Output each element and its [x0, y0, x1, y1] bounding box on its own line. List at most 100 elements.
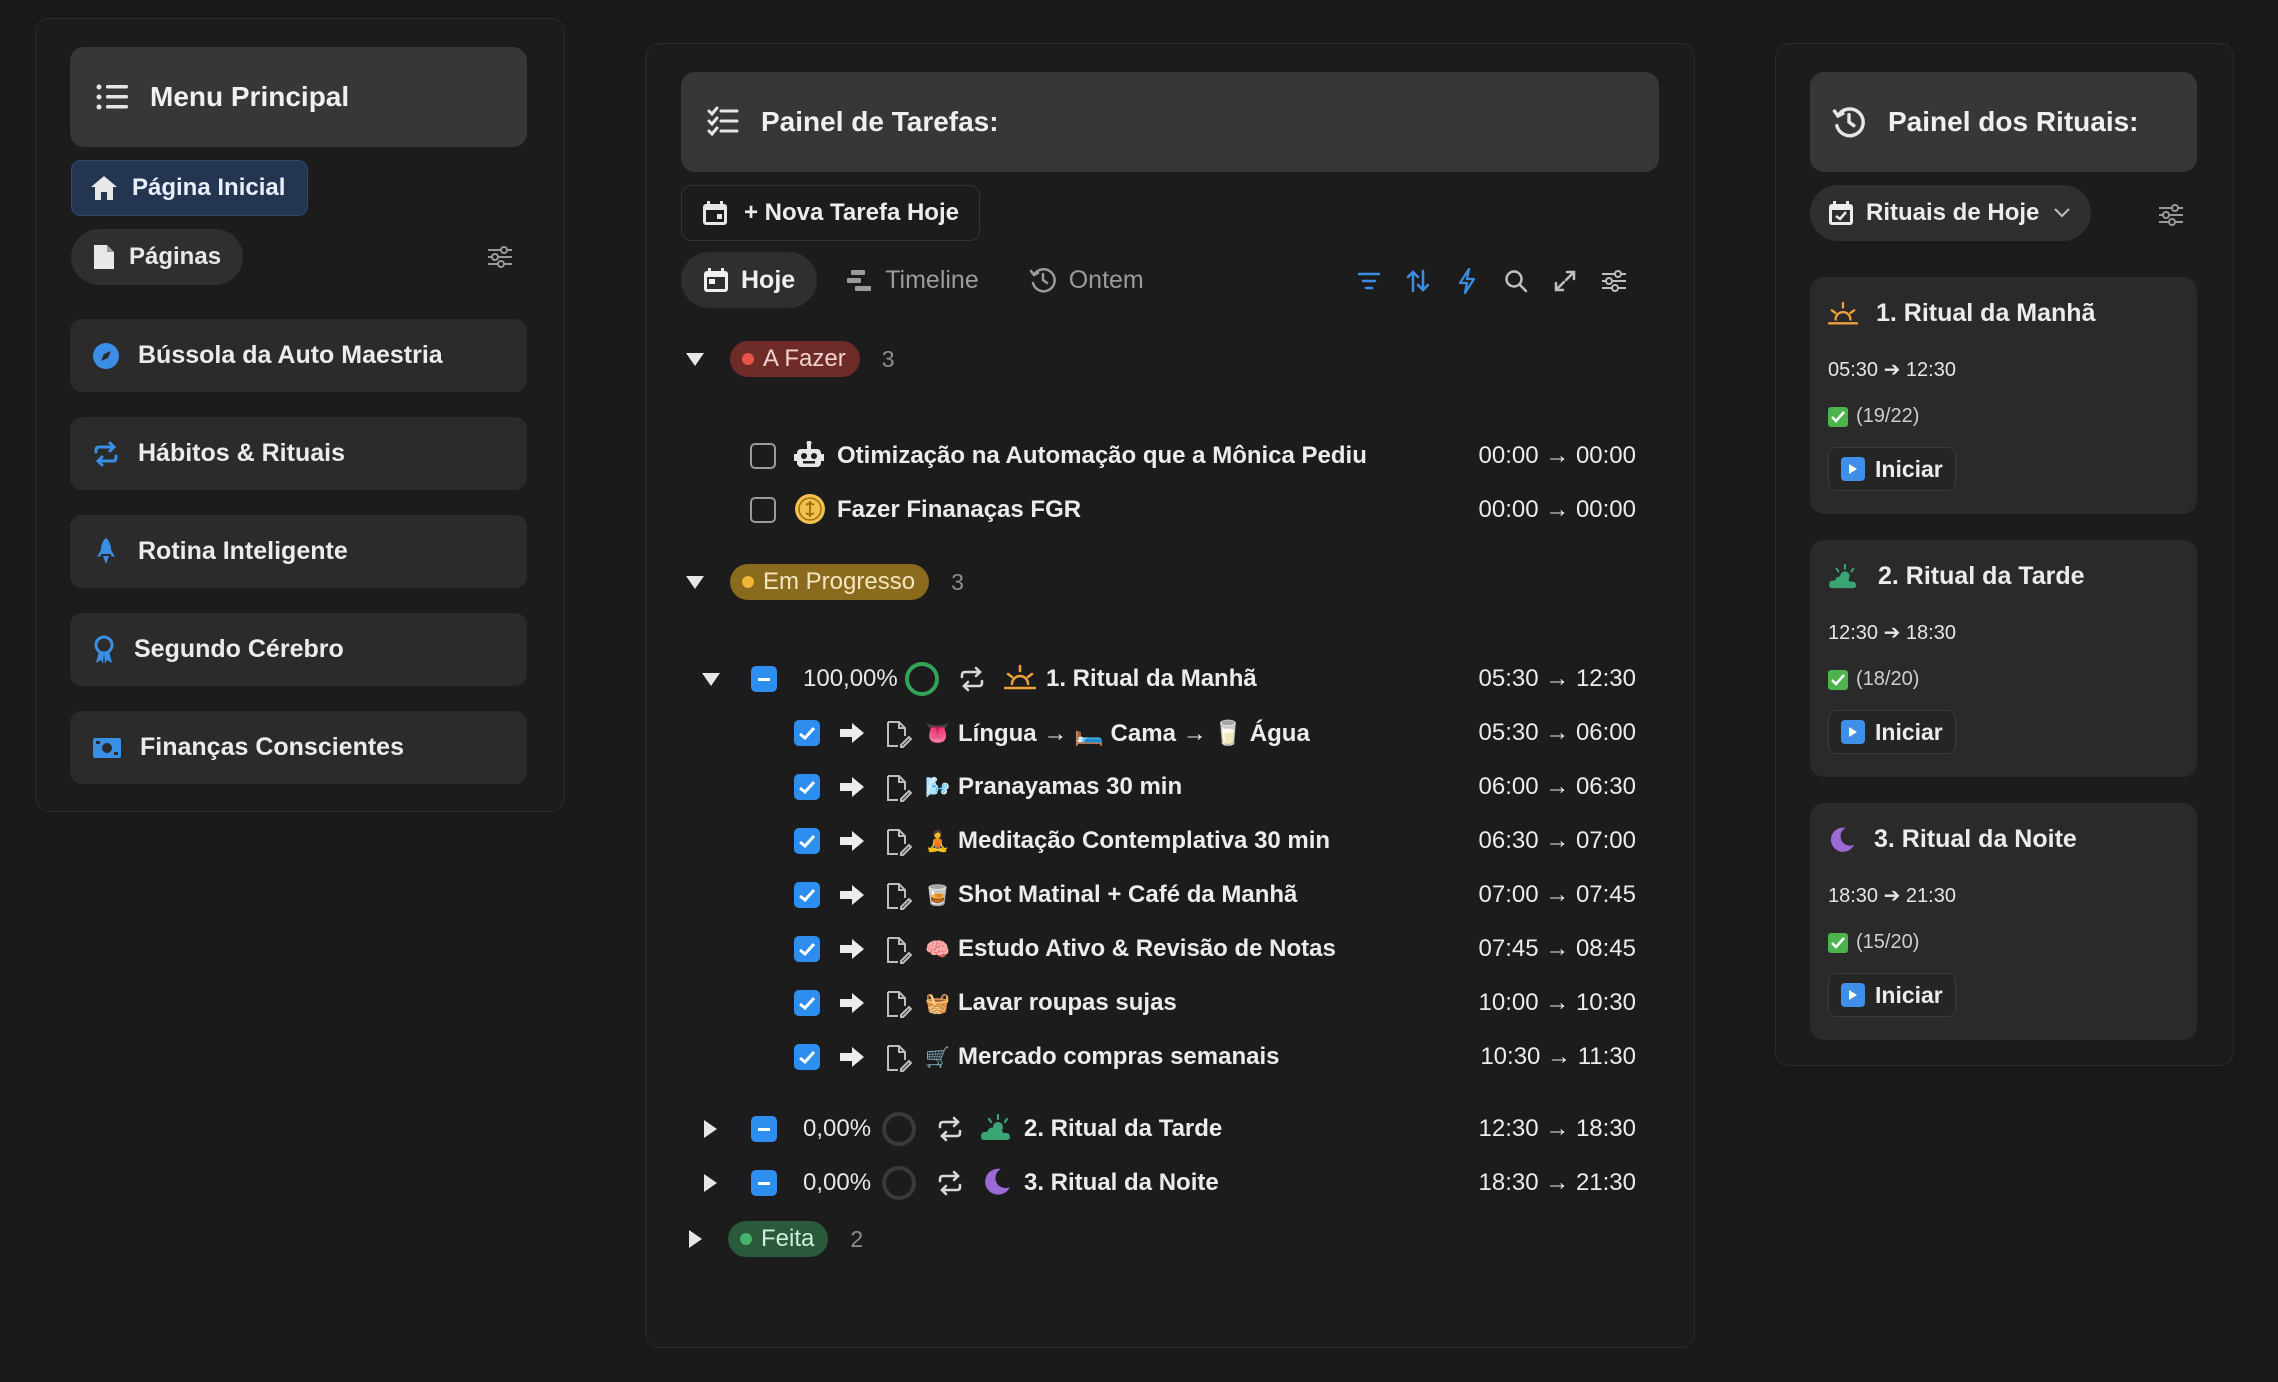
- ritual-row[interactable]: 100,00% 1. Ritual da Manhã 05:30 → 12:30: [646, 652, 1696, 706]
- page-edit-icon: [886, 990, 913, 1025]
- task-checkbox[interactable]: [794, 774, 820, 800]
- start-button-label: Iniciar: [1875, 718, 1943, 745]
- start-ritual-button[interactable]: Iniciar: [1828, 447, 1956, 491]
- subtask-row[interactable]: 🧺 Lavar roupas sujas 10:00 → 10:30: [646, 976, 1696, 1030]
- group-count: 3: [881, 345, 895, 372]
- subtask-row[interactable]: 🧠 Estudo Ativo & Revisão de Notas 07:45 → …: [646, 922, 1696, 976]
- calendar-icon: [704, 268, 728, 292]
- arrow-right-icon: [838, 775, 866, 806]
- pages-button[interactable]: Páginas: [71, 229, 244, 285]
- home-button[interactable]: Página Inicial: [71, 160, 309, 216]
- task-checkbox[interactable]: [751, 1170, 777, 1196]
- ritual-card-title: 1. Ritual da Manhã: [1828, 299, 2095, 328]
- subtask-emoji: 🧠: [925, 938, 950, 961]
- task-time: 00:00 → 00:00: [1478, 496, 1636, 523]
- rocket-icon: [97, 537, 115, 564]
- group-count: 3: [951, 568, 964, 595]
- ritual-row[interactable]: 0,00% 3. Ritual da Noite 18:30 → 21:30: [646, 1156, 1696, 1210]
- settings-sliders-icon[interactable]: [2158, 203, 2184, 227]
- page-edit-icon: [886, 936, 913, 971]
- ritual-card-noite[interactable]: 3. Ritual da Noite 18:30 ➔ 21:30 (15/20)…: [1810, 803, 2197, 1040]
- task-title: 1. Ritual da Manhã: [1046, 665, 1257, 692]
- tasks-header[interactable]: Painel de Tarefas:: [681, 72, 1659, 172]
- expand-icon[interactable]: [1540, 256, 1589, 305]
- task-checkbox[interactable]: [794, 936, 820, 962]
- tab-timeline[interactable]: Timeline: [823, 252, 1001, 308]
- task-time: 06:30 → 07:00: [1478, 827, 1636, 854]
- ritual-row[interactable]: 0,00% 2. Ritual da Tarde 12:30 → 18:30: [646, 1102, 1696, 1156]
- pages-label: Páginas: [129, 243, 222, 270]
- task-checkbox[interactable]: [751, 1116, 777, 1142]
- task-checkbox[interactable]: [751, 666, 777, 692]
- subtask-row[interactable]: 🥃 Shot Matinal + Café da Manhã 07:00 → 07:…: [646, 868, 1696, 922]
- repeat-icon: [94, 441, 118, 466]
- group-progress-header[interactable]: Em Progresso 3: [686, 564, 964, 600]
- sunrise-icon: [1828, 301, 1858, 324]
- subtask-row[interactable]: 🌬️ Pranayamas 30 min 06:00 → 06:30: [646, 760, 1696, 814]
- task-time: 05:30 → 12:30: [1478, 665, 1636, 692]
- ritual-time: 05:30 ➔ 12:30: [1828, 359, 1956, 381]
- rituals-title: Painel dos Rituais:: [1888, 106, 2139, 137]
- nav-item-habitos[interactable]: Hábitos & Rituais: [70, 417, 527, 490]
- arrow-right-icon: [838, 883, 866, 914]
- home-icon: [91, 176, 117, 200]
- nav-item-rotina[interactable]: Rotina Inteligente: [70, 515, 527, 588]
- rituals-filter-dropdown[interactable]: Rituais de Hoje: [1810, 185, 2092, 241]
- menu-header[interactable]: Menu Principal: [70, 47, 527, 147]
- settings-sliders-icon[interactable]: [487, 245, 513, 269]
- task-checkbox[interactable]: [794, 882, 820, 908]
- settings-sliders-icon[interactable]: [1589, 256, 1638, 305]
- new-task-button[interactable]: + Nova Tarefa Hoje: [681, 185, 980, 241]
- group-todo-header[interactable]: A Fazer 3: [686, 341, 895, 377]
- task-title: Mercado compras semanais: [958, 1043, 1280, 1070]
- task-row[interactable]: Otimização na Automação que a Mônica Ped…: [646, 429, 1696, 483]
- ritual-title: 3. Ritual da Noite: [1874, 825, 2077, 853]
- ritual-card-tarde[interactable]: 2. Ritual da Tarde 12:30 ➔ 18:30 (18/20)…: [1810, 540, 2197, 777]
- task-checkbox[interactable]: [794, 1044, 820, 1070]
- subtask-row[interactable]: 🛒 Mercado compras semanais 10:30 → 11:30: [646, 1030, 1696, 1084]
- task-checkbox[interactable]: [794, 990, 820, 1016]
- ritual-time: 12:30 ➔ 18:30: [1828, 622, 1956, 644]
- group-done-header[interactable]: Feita 2: [686, 1221, 863, 1257]
- subtask-emoji: 🌬️: [925, 776, 950, 799]
- expand-arrow-icon[interactable]: [704, 1120, 717, 1138]
- ritual-card-title: 2. Ritual da Tarde: [1828, 562, 2085, 591]
- collapse-arrow-icon[interactable]: [686, 352, 704, 366]
- lightning-icon[interactable]: [1442, 256, 1491, 305]
- collapse-arrow-icon[interactable]: [686, 575, 704, 589]
- nav-item-segundo-cerebro[interactable]: Segundo Cérebro: [70, 613, 527, 686]
- task-checkbox[interactable]: [794, 828, 820, 854]
- expand-arrow-icon[interactable]: [704, 1174, 717, 1192]
- repeat-icon: [958, 665, 986, 700]
- task-checkbox[interactable]: [750, 497, 776, 523]
- tab-ontem[interactable]: Ontem: [1007, 252, 1166, 308]
- search-icon[interactable]: [1491, 256, 1540, 305]
- ritual-card-manha[interactable]: 1. Ritual da Manhã 05:30 ➔ 12:30 (19/22)…: [1810, 277, 2197, 514]
- task-checkbox[interactable]: [794, 720, 820, 746]
- task-time: 18:30 → 21:30: [1478, 1169, 1636, 1196]
- nav-item-bussola[interactable]: Bússola da Auto Maestria: [70, 319, 527, 392]
- subtask-row[interactable]: 👅 Língua → 🛏️ Cama → 🥛 Água 05:30 → 06:00: [646, 706, 1696, 760]
- filter-icon[interactable]: [1344, 256, 1393, 305]
- task-title: Fazer Finanaças FGR: [837, 496, 1082, 523]
- ritual-progress: (18/20): [1828, 668, 1919, 691]
- sort-icon[interactable]: [1393, 256, 1442, 305]
- start-ritual-button[interactable]: Iniciar: [1828, 973, 1956, 1017]
- collapse-arrow-icon[interactable]: [702, 672, 720, 686]
- checklist-icon: [707, 106, 739, 137]
- expand-arrow-icon[interactable]: [689, 1230, 702, 1248]
- compass-icon: [93, 342, 119, 369]
- task-checkbox[interactable]: [750, 443, 776, 469]
- task-title: Estudo Ativo & Revisão de Notas: [958, 935, 1336, 962]
- main-menu-panel: Menu Principal Página Inicial Páginas Bú…: [35, 18, 565, 812]
- task-title: Lavar roupas sujas: [958, 989, 1177, 1016]
- subtask-emoji: 🥃: [925, 884, 950, 907]
- start-ritual-button[interactable]: Iniciar: [1828, 710, 1956, 754]
- nav-item-financas[interactable]: Finanças Conscientes: [70, 711, 527, 784]
- history-icon: [1029, 268, 1056, 293]
- task-row[interactable]: Fazer Finanaças FGR 00:00 → 00:00: [646, 483, 1696, 537]
- subtask-row[interactable]: 🧘 Meditação Contemplativa 30 min 06:30 → 0…: [646, 814, 1696, 868]
- status-badge: Em Progresso: [730, 564, 930, 600]
- rituals-header[interactable]: Painel dos Rituais:: [1810, 72, 2197, 172]
- tab-hoje[interactable]: Hoje: [681, 252, 818, 308]
